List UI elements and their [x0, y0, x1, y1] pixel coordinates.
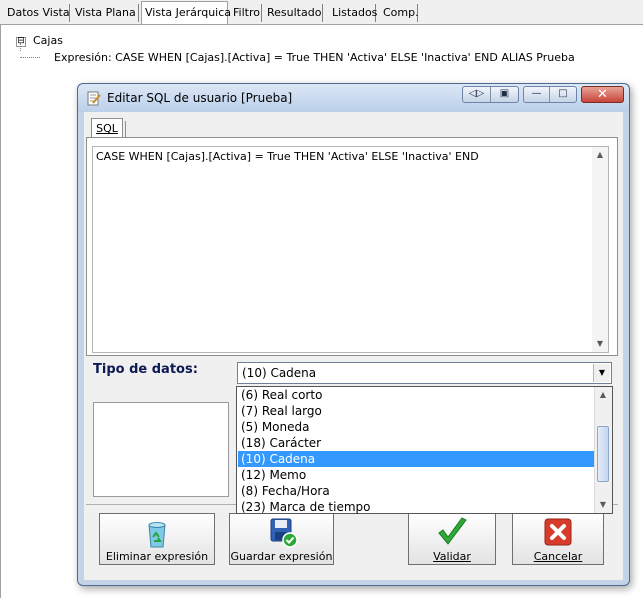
data-type-label: Tipo de datos:: [93, 362, 198, 377]
tree-node-expresion[interactable]: Expresión: CASE WHEN [Cajas].[Activa] = …: [54, 51, 575, 64]
close-icon[interactable]: ✕: [581, 86, 624, 103]
save-expression-button[interactable]: Guardar expresión: [229, 513, 334, 565]
sql-editor-scrollbar[interactable]: ▲ ▼: [592, 147, 608, 352]
tab-sql[interactable]: SQL: [91, 118, 123, 138]
expression-preview-box: [93, 402, 229, 497]
minimize-icon[interactable]: —: [524, 87, 550, 102]
dropdown-option[interactable]: (7) Real largo: [238, 403, 595, 419]
dropdown-option[interactable]: (6) Real corto: [238, 387, 595, 403]
dialog-button-row: Eliminar expresión Guardar expresión Val…: [86, 504, 618, 579]
tab-listados[interactable]: Listados: [329, 4, 377, 22]
resize-horizontal-icon[interactable]: ◁▷: [463, 87, 491, 102]
tab-datos-vista[interactable]: Datos Vista: [4, 4, 70, 22]
dialog-client-area: SQL CASE WHEN [Cajas].[Activa] = True TH…: [84, 112, 623, 580]
tab-vista-jerarquica[interactable]: Vista Jerárquica: [141, 1, 231, 24]
dropdown-option[interactable]: (18) Carácter: [238, 435, 595, 451]
tab-filtro[interactable]: Filtro: [230, 4, 262, 22]
validate-text: Validar: [433, 550, 471, 563]
tree-node-cajas[interactable]: Cajas: [33, 34, 63, 47]
window-caption-buttons: — □: [523, 86, 577, 103]
sql-editor-text[interactable]: CASE WHEN [Cajas].[Activa] = True THEN '…: [96, 150, 479, 163]
tab-resultado[interactable]: Resultado: [264, 4, 323, 22]
maximize-icon[interactable]: □: [550, 87, 576, 102]
dropdown-option[interactable]: (8) Fecha/Hora: [238, 483, 595, 499]
edit-sql-dialog: Editar SQL de usuario [Prueba] ◁▷ ▣ — □ …: [77, 83, 630, 586]
dropdown-option[interactable]: (5) Moneda: [238, 419, 595, 435]
extra-caption-buttons: ◁▷ ▣: [462, 86, 519, 103]
collapse-expander-icon[interactable]: ⊟: [16, 37, 26, 47]
tab-vista-plana[interactable]: Vista Plana: [72, 4, 139, 22]
data-type-dropdown-list[interactable]: (6) Real corto (7) Real largo (5) Moneda…: [236, 386, 613, 514]
dialog-titlebar[interactable]: Editar SQL de usuario [Prueba] ◁▷ ▣ — □ …: [78, 84, 629, 112]
cancel-text: Cancelar: [533, 550, 583, 563]
edit-document-icon: [87, 91, 101, 106]
view-tabstrip: Datos Vista Vista Plana Vista Jerárquica…: [0, 0, 643, 25]
data-type-selected-value: (10) Cadena: [242, 366, 317, 380]
scroll-down-icon[interactable]: ▼: [595, 497, 611, 513]
scrollbar-thumb[interactable]: [597, 426, 609, 482]
dropdown-arrow-icon[interactable]: ▼: [593, 364, 610, 382]
dropdown-option-selected[interactable]: (10) Cadena: [238, 451, 595, 467]
tree-connector: [20, 43, 21, 51]
cancel-button[interactable]: Cancelar: [512, 513, 604, 565]
scroll-down-icon[interactable]: ▼: [592, 336, 608, 352]
tab-separator: [125, 121, 126, 137]
data-type-select[interactable]: (10) Cadena ▼: [237, 362, 612, 384]
delete-expression-button[interactable]: Eliminar expresión: [99, 513, 215, 565]
restore-layout-icon[interactable]: ▣: [491, 87, 518, 102]
recycle-bin-icon: [148, 522, 166, 548]
scroll-up-icon[interactable]: ▲: [592, 147, 608, 163]
save-disk-icon: [270, 518, 298, 548]
validate-button[interactable]: Validar: [408, 513, 496, 565]
validate-label: Validar: [409, 550, 495, 563]
scroll-up-icon[interactable]: ▲: [595, 387, 611, 403]
save-expression-label: Guardar expresión: [230, 550, 333, 563]
tree-connector: [20, 57, 40, 58]
sql-editor[interactable]: CASE WHEN [Cajas].[Activa] = True THEN '…: [92, 146, 609, 353]
dialog-title: Editar SQL de usuario [Prueba]: [107, 91, 293, 105]
cancel-label: Cancelar: [513, 550, 603, 563]
tab-comp[interactable]: Comp.: [380, 4, 419, 22]
dropdown-option[interactable]: (12) Memo: [238, 467, 595, 483]
cancel-x-icon: [544, 518, 572, 546]
checkmark-icon: [438, 517, 467, 545]
dropdown-option[interactable]: (23) Marca de tiempo: [238, 499, 595, 515]
dropdown-scrollbar[interactable]: ▲ ▼: [594, 387, 612, 513]
delete-expression-label: Eliminar expresión: [105, 550, 209, 563]
